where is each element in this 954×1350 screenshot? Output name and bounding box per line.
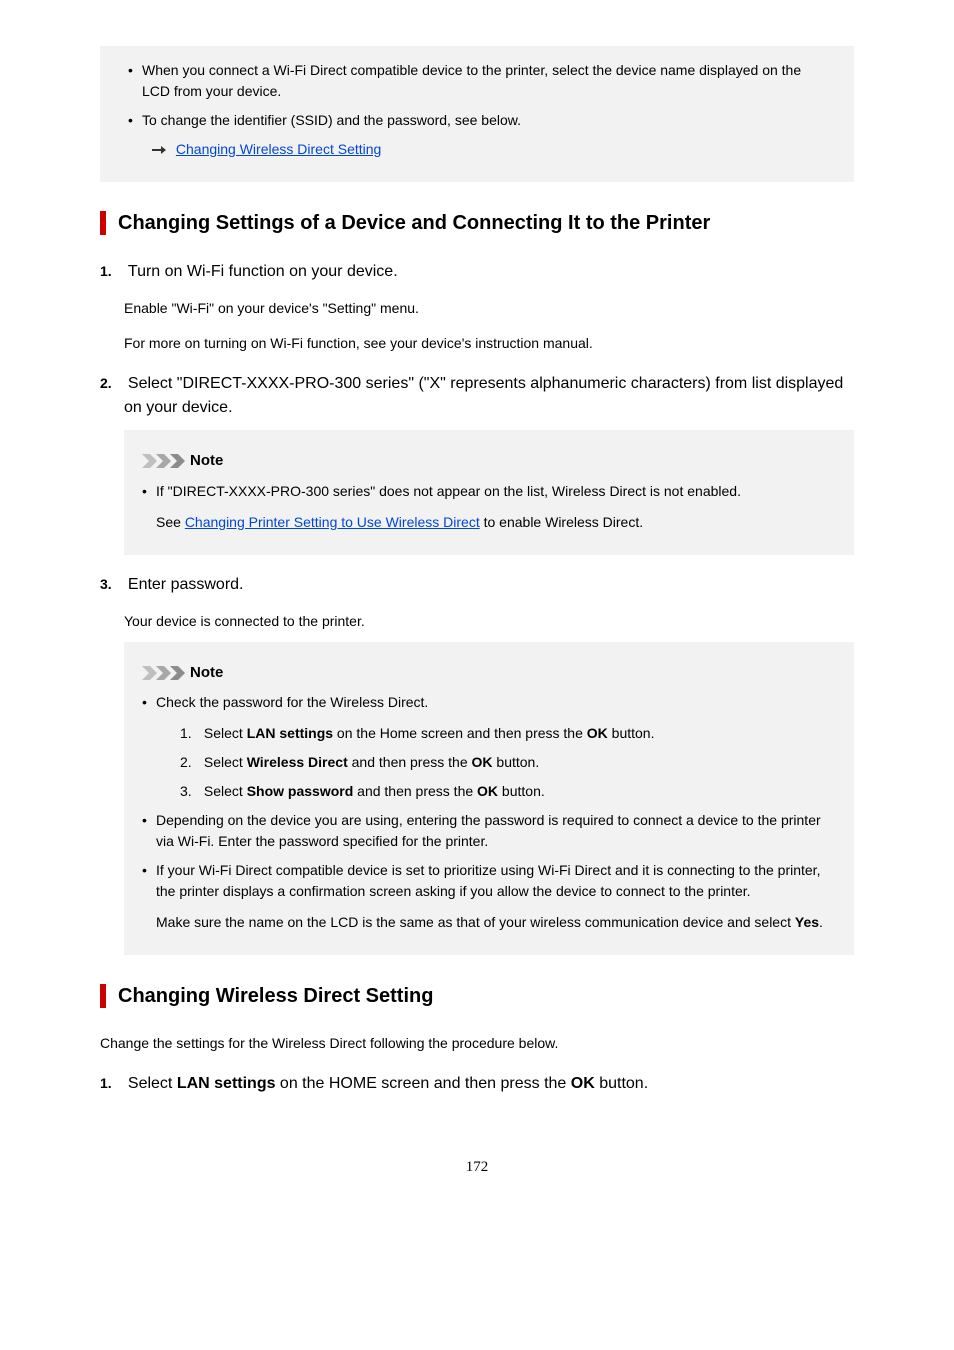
t-bold: LAN settings [177,1075,276,1092]
note-item: When you connect a Wi-Fi Direct compatib… [128,60,826,102]
step-number: 3. [100,574,124,595]
page-number: 172 [100,1156,854,1179]
step-2: 2. Select "DIRECT-XXXX-PRO-300 series" (… [100,372,854,420]
t-bold: OK [472,754,493,770]
t: Select [128,1075,177,1092]
step-text: Select LAN settings on the HOME screen a… [128,1075,648,1092]
section-heading: Changing Wireless Direct Setting [118,981,433,1011]
note-box-top: When you connect a Wi-Fi Direct compatib… [100,46,854,182]
substep-3: 3. Select Show password and then press t… [180,781,836,802]
t: and then press the [348,754,472,770]
note-item: If your Wi-Fi Direct compatible device i… [142,860,836,933]
note-chevrons-icon [142,454,186,468]
t: button. [493,754,540,770]
section-intro: Change the settings for the Wireless Dir… [100,1033,854,1054]
note-text: Check the password for the Wireless Dire… [156,694,428,710]
note-label: Note [190,662,223,685]
step-text: Enter password. [128,576,244,593]
t: . [819,914,823,930]
section-heading: Changing Settings of a Device and Connec… [118,208,710,238]
link-changing-wireless-direct-setting[interactable]: Changing Wireless Direct Setting [176,141,381,157]
note-box-step2: Note If "DIRECT-XXXX-PRO-300 series" doe… [124,430,854,555]
t: Select [204,725,247,741]
step-number: 1. [100,261,124,282]
section-heading-row: Changing Wireless Direct Setting [100,981,854,1011]
note-item: Depending on the device you are using, e… [142,810,836,852]
step-1: 1. Turn on Wi-Fi function on your device… [100,260,854,284]
t-bold: OK [587,725,608,741]
substep-number: 3. [180,781,200,802]
ordered-sublist: 1. Select LAN settings on the Home scree… [180,723,836,802]
step-number: 1. [100,1073,124,1094]
note-box-step3: Note Check the password for the Wireless… [124,642,854,956]
step-text: Select "DIRECT-XXXX-PRO-300 series" ("X"… [124,375,843,416]
t: on the HOME screen and then press the [275,1075,570,1092]
substep-2: 2. Select Wireless Direct and then press… [180,752,836,773]
note-text-pre: See [156,514,185,530]
link-changing-printer-setting[interactable]: Changing Printer Setting to Use Wireless… [185,514,480,530]
step-detail: Your device is connected to the printer. [124,611,854,632]
t-bold: Yes [795,914,819,930]
step-detail: Enable "Wi-Fi" on your device's "Setting… [124,298,854,319]
heading-accent-bar [100,984,106,1008]
note-chevrons-icon [142,666,186,680]
note-text: If "DIRECT-XXXX-PRO-300 series" does not… [156,483,741,499]
t: button. [498,783,545,799]
t-bold: OK [477,783,498,799]
step-1: 1. Select LAN settings on the HOME scree… [100,1072,854,1096]
t: on the Home screen and then press the [333,725,587,741]
t: button. [608,725,655,741]
t: Select [204,754,247,770]
t: button. [595,1075,648,1092]
section-heading-row: Changing Settings of a Device and Connec… [100,208,854,238]
note-item-link: Changing Wireless Direct Setting [152,139,826,160]
t-bold: LAN settings [247,725,333,741]
t-bold: Wireless Direct [247,754,348,770]
note-label: Note [190,450,223,473]
note-text: When you connect a Wi-Fi Direct compatib… [142,62,801,99]
substep-number: 1. [180,723,200,744]
note-item: If "DIRECT-XXXX-PRO-300 series" does not… [142,481,836,533]
arrow-right-icon [152,139,166,160]
note-item: To change the identifier (SSID) and the … [128,110,826,131]
t-bold: OK [571,1075,595,1092]
t: and then press the [353,783,477,799]
step-number: 2. [100,373,124,394]
note-item: Check the password for the Wireless Dire… [142,692,836,802]
substep-1: 1. Select LAN settings on the Home scree… [180,723,836,744]
note-text: Depending on the device you are using, e… [156,812,821,849]
note-text: To change the identifier (SSID) and the … [142,112,521,128]
step-text: Turn on Wi-Fi function on your device. [128,263,398,280]
heading-accent-bar [100,211,106,235]
t: Make sure the name on the LCD is the sam… [156,914,795,930]
substep-number: 2. [180,752,200,773]
step-3: 3. Enter password. [100,573,854,597]
note-text: If your Wi-Fi Direct compatible device i… [156,862,820,899]
t: Select [204,783,247,799]
step-detail: For more on turning on Wi-Fi function, s… [124,333,854,354]
note-text-post: to enable Wireless Direct. [480,514,643,530]
t-bold: Show password [247,783,354,799]
